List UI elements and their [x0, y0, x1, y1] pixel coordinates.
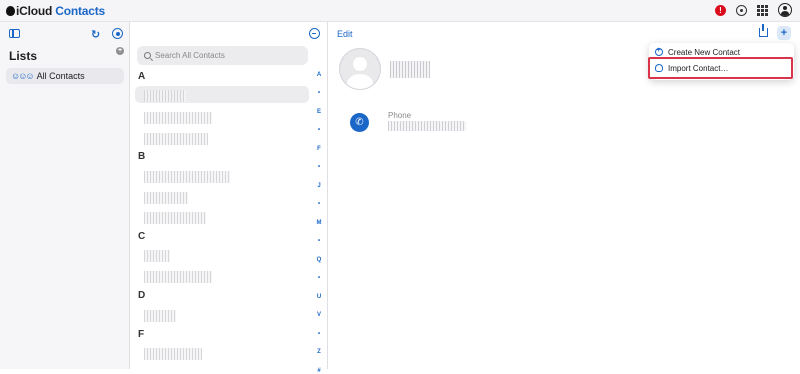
apple-logo-icon	[6, 6, 15, 16]
account-avatar-icon[interactable]	[778, 3, 792, 17]
highlight-box	[648, 57, 793, 79]
top-bar-icons: !	[715, 3, 792, 17]
contact-name-redacted	[144, 310, 176, 322]
alert-badge-icon[interactable]: !	[715, 4, 726, 16]
add-list-icon[interactable]: +	[116, 47, 124, 55]
add-circle-icon[interactable]	[736, 4, 747, 16]
edit-button[interactable]: Edit	[337, 29, 353, 39]
index-dot[interactable]: •	[313, 90, 325, 96]
index-letter[interactable]: Q	[313, 257, 325, 263]
index-letter[interactable]: E	[313, 109, 325, 115]
contact-row[interactable]	[135, 129, 309, 146]
contact-name-redacted	[144, 171, 230, 183]
contact-name-redacted	[144, 133, 208, 145]
search-input[interactable]	[155, 51, 295, 60]
lists-heading: Lists	[9, 49, 38, 63]
contact-name-redacted	[390, 61, 430, 78]
contact-row[interactable]	[135, 267, 309, 284]
sidebar-item-all-contacts[interactable]: ☺☺☺ All Contacts	[6, 68, 124, 84]
section-letter-d: D	[138, 290, 146, 301]
minus-circle-icon[interactable]	[309, 28, 320, 39]
contact-name-redacted	[144, 212, 206, 224]
contact-row[interactable]	[135, 108, 309, 125]
brand-prefix: iCloud	[16, 4, 53, 18]
contact-row[interactable]	[135, 246, 309, 263]
index-dot[interactable]: •	[313, 164, 325, 170]
plus-circle-icon	[655, 47, 663, 56]
menu-item-label: Create New Contact	[668, 47, 741, 57]
sidebar-item-label: All Contacts	[36, 71, 85, 81]
sidebar: ↻ Lists + ☺☺☺ All Contacts	[0, 22, 130, 369]
contact-avatar-placeholder	[339, 48, 381, 90]
contact-row[interactable]	[135, 208, 309, 225]
section-letter-a: A	[138, 71, 146, 82]
section-letter-f: F	[138, 329, 145, 340]
contact-name-redacted	[144, 90, 186, 102]
refresh-icon[interactable]: ↻	[91, 28, 100, 41]
search-box[interactable]	[137, 46, 308, 65]
contact-row[interactable]	[135, 86, 309, 103]
index-dot[interactable]: •	[313, 331, 325, 337]
share-icon[interactable]	[759, 24, 768, 37]
sidebar-toggle-icon[interactable]	[9, 29, 20, 38]
contact-row[interactable]	[135, 188, 309, 205]
contact-row[interactable]	[135, 167, 309, 184]
brand-name: Contacts	[55, 4, 106, 18]
contact-name-redacted	[144, 192, 188, 204]
phone-label: Phone	[388, 111, 412, 120]
contact-row[interactable]	[135, 306, 309, 323]
settings-icon[interactable]	[112, 28, 123, 39]
contact-name-redacted	[144, 271, 212, 283]
index-dot[interactable]: •	[313, 201, 325, 207]
contact-name-redacted	[144, 112, 212, 124]
app-launcher-grid-icon[interactable]	[757, 4, 768, 16]
index-letter[interactable]: Z	[313, 349, 325, 355]
index-letter[interactable]: M	[313, 220, 325, 226]
section-letter-b: B	[138, 151, 146, 162]
index-letter[interactable]: A	[313, 72, 325, 78]
index-dot[interactable]: •	[313, 238, 325, 244]
phone-icon[interactable]: ✆	[350, 113, 369, 132]
search-icon	[144, 52, 151, 59]
contact-name-redacted	[144, 348, 202, 360]
add-contact-button[interactable]: +	[777, 26, 791, 40]
index-dot[interactable]: •	[313, 127, 325, 133]
index-letter[interactable]: U	[313, 294, 325, 300]
contact-row[interactable]	[135, 344, 309, 361]
people-icon: ☺☺☺	[11, 71, 35, 81]
contact-name-redacted	[144, 250, 170, 262]
app-brand[interactable]: iCloud Contacts	[6, 4, 105, 18]
section-letter-c: C	[138, 231, 146, 242]
index-letter[interactable]: J	[313, 183, 325, 189]
phone-number-redacted	[388, 121, 466, 131]
index-letter[interactable]: F	[313, 146, 325, 152]
index-letter[interactable]: V	[313, 312, 325, 318]
top-bar: iCloud Contacts !	[0, 0, 800, 22]
index-dot[interactable]: •	[313, 275, 325, 281]
contact-list-pane: A B C D F A • E • F • J • M • Q • U V • …	[131, 22, 328, 374]
